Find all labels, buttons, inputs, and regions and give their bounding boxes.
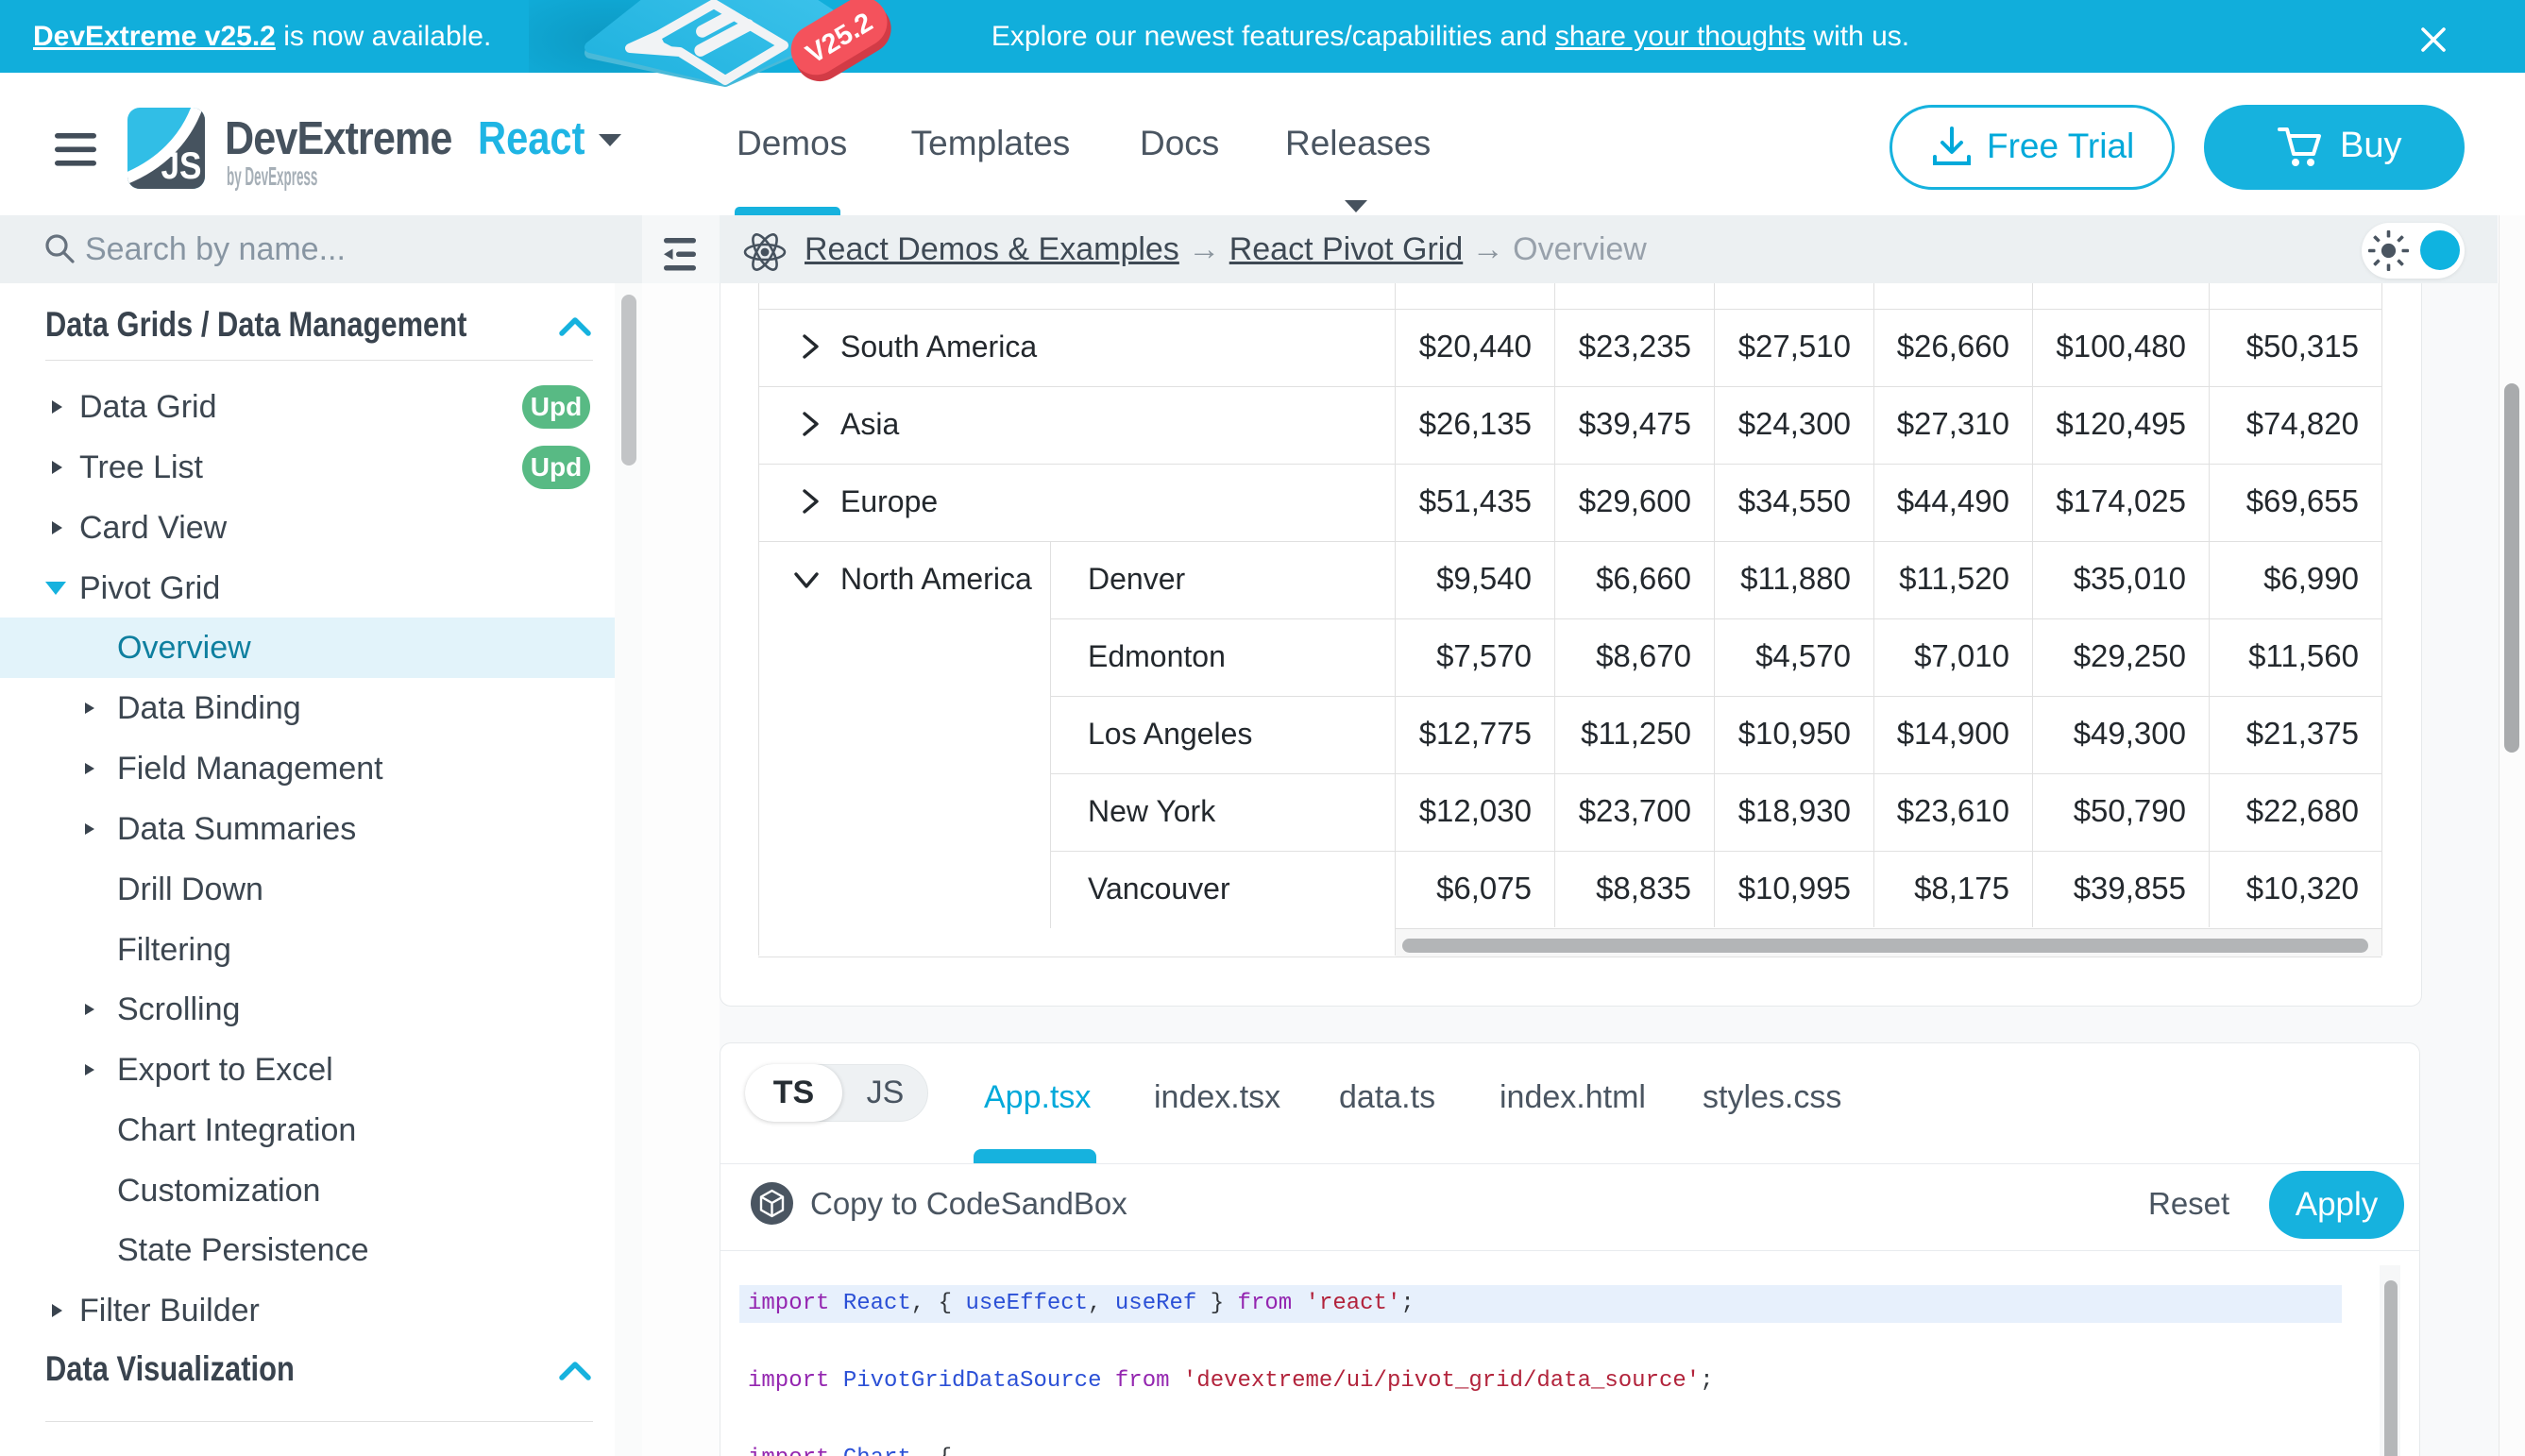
svg-text:JS: JS	[161, 144, 201, 187]
